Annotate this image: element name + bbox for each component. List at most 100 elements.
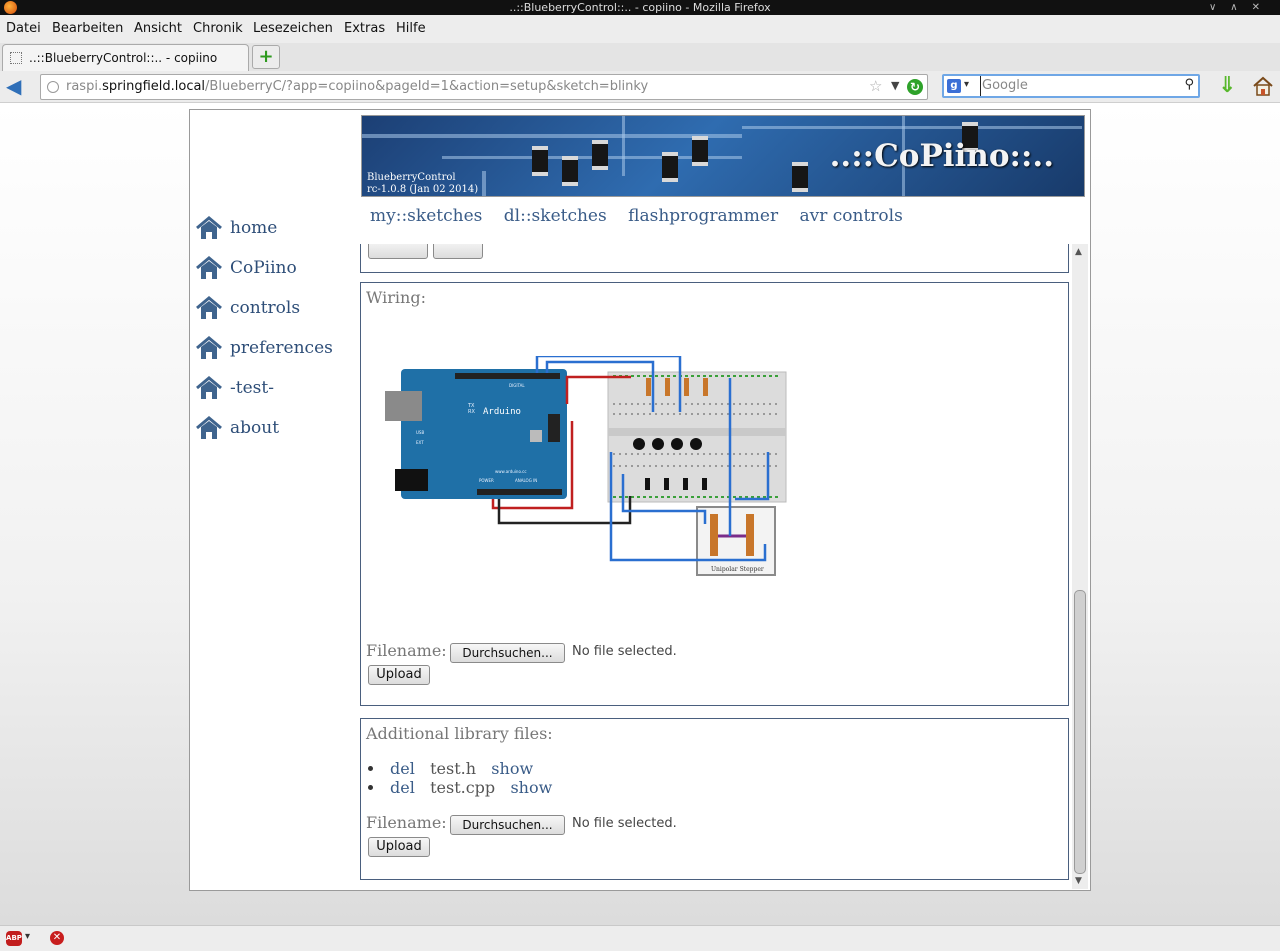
delete-file-link[interactable]: del [390, 778, 415, 797]
diode [702, 478, 707, 490]
nav-item-test[interactable]: -test- [196, 376, 346, 404]
url-prefix: raspi. [66, 79, 103, 94]
nav-label: preferences [230, 338, 333, 358]
menu-ansicht[interactable]: Ansicht [134, 21, 182, 36]
transistor [671, 438, 683, 450]
tab-bar: ..::BlueberryControl::.. - copiino + [0, 43, 1280, 72]
arduino-board-label: Arduino [483, 407, 521, 417]
previous-section-box [360, 244, 1069, 273]
history-dropdown-icon[interactable]: ▼ [891, 79, 899, 92]
transistor [690, 438, 702, 450]
adblock-icon[interactable]: ABP [6, 931, 22, 946]
scroll-up-icon[interactable]: ▲ [1075, 247, 1082, 257]
nav-item-about[interactable]: about [196, 416, 346, 444]
nav-item-copiino[interactable]: CoPiino [196, 256, 346, 284]
usb-label: USB [416, 430, 424, 435]
url-bar[interactable]: raspi.springfield.local/BlueberryC/?app=… [40, 74, 928, 100]
globe-icon [47, 81, 59, 93]
icsp-header [548, 414, 560, 442]
ext-label: EXT [416, 440, 424, 445]
breadboard [607, 371, 787, 503]
resistor [684, 378, 689, 396]
url-domain: springfield.local [102, 79, 206, 94]
filename-label: Filename: [366, 813, 447, 832]
header-banner: ..::CoPiino::.. BlueberryControl rc-1.0.… [361, 115, 1085, 197]
topnav-avr-controls[interactable]: avr controls [800, 206, 903, 226]
scroll-content: Wiring: Arduino DIGITAL TX RX USB EXT PO… [360, 244, 1082, 887]
hidden-button[interactable] [433, 244, 483, 259]
circuit-trace [742, 126, 1082, 129]
back-arrow-icon[interactable]: ◀ [6, 75, 28, 97]
browse-button[interactable]: Durchsuchen... [450, 643, 565, 663]
menu-chronik[interactable]: Chronik [193, 21, 243, 36]
navigation-toolbar: ◀ raspi.springfield.local/BlueberryC/?ap… [0, 71, 1280, 103]
google-engine-icon[interactable]: g [947, 79, 961, 93]
menu-bearbeiten[interactable]: Bearbeiten [52, 21, 123, 36]
status-bar: ABP ▾ ✕ [0, 925, 1280, 951]
search-input[interactable]: Google [980, 76, 1028, 96]
nav-item-controls[interactable]: controls [196, 296, 346, 324]
show-file-link[interactable]: show [491, 759, 533, 778]
upload-button[interactable]: Upload [368, 665, 430, 685]
nav-label: -test- [230, 378, 274, 398]
download-arrow-icon[interactable]: ⇓ [1218, 75, 1236, 97]
hidden-button[interactable] [368, 244, 428, 259]
nav-item-preferences[interactable]: preferences [196, 336, 346, 364]
resistor-chip [692, 136, 708, 166]
topnav-my-sketches[interactable]: my::sketches [370, 206, 482, 226]
browse-button[interactable]: Durchsuchen... [450, 815, 565, 835]
home-icon [196, 216, 222, 239]
error-icon[interactable]: ✕ [50, 931, 64, 945]
binoculars-icon[interactable]: ⚲ [1184, 77, 1194, 92]
content-scrollbar[interactable]: ▲ ▼ [1072, 244, 1088, 889]
url-path: /BlueberryC/?app=copiino&pageId=1&action… [205, 79, 649, 94]
no-file-text: No file selected. [572, 816, 677, 831]
analog-header [477, 489, 562, 495]
reload-icon[interactable]: ↻ [907, 79, 923, 95]
side-navigation: home CoPiino controls preferences -test-… [190, 110, 340, 890]
firefox-logo-icon [4, 1, 17, 14]
scroll-down-icon[interactable]: ▼ [1075, 876, 1082, 886]
stepper-coil [746, 514, 754, 556]
url-text[interactable]: raspi.springfield.local/BlueberryC/?app=… [66, 75, 648, 99]
nav-item-home[interactable]: home [196, 216, 346, 244]
home-icon[interactable] [1252, 75, 1274, 97]
home-icon [196, 256, 222, 279]
nav-label: about [230, 418, 280, 438]
window-controls[interactable]: ∨∧✕ [1209, 0, 1274, 15]
circuit-trace [622, 116, 625, 176]
page-icon [10, 52, 22, 64]
adblock-dropdown-icon[interactable]: ▾ [25, 931, 30, 942]
page-container: home CoPiino controls preferences -test-… [189, 109, 1091, 891]
library-files-label: Additional library files: [366, 724, 553, 743]
menu-hilfe[interactable]: Hilfe [396, 21, 426, 36]
library-file-item: del test.h show [368, 759, 533, 778]
bookmark-star-icon[interactable]: ☆ [869, 77, 882, 95]
tab-copiino[interactable]: ..::BlueberryControl::.. - copiino [2, 44, 249, 71]
diode [683, 478, 688, 490]
home-icon [196, 336, 222, 359]
search-box[interactable]: g ▾ Google ⚲ [942, 74, 1200, 98]
menu-lesezeichen[interactable]: Lesezeichen [253, 21, 333, 36]
delete-file-link[interactable]: del [390, 759, 415, 778]
circuit-trace [482, 171, 486, 196]
banner-version: rc-1.0.8 (Jan 02 2014) [367, 184, 479, 195]
breadboard-channel [608, 428, 786, 436]
show-file-link[interactable]: show [510, 778, 552, 797]
resistor-chip [662, 152, 678, 182]
stepper-label: Unipolar Stepper [711, 566, 764, 573]
upload-button[interactable]: Upload [368, 837, 430, 857]
file-name: test.cpp [430, 778, 496, 797]
topnav-flashprogrammer[interactable]: flashprogrammer [628, 206, 778, 226]
top-navigation: my::sketches dl::sketches flashprogramme… [370, 206, 919, 226]
engine-dropdown-icon[interactable]: ▾ [964, 79, 969, 90]
banner-app-name: BlueberryControl [367, 172, 456, 183]
scroll-thumb[interactable] [1074, 590, 1086, 874]
banner-title: ..::CoPiino::.. [829, 138, 1054, 174]
menu-datei[interactable]: Datei [6, 21, 41, 36]
topnav-dl-sketches[interactable]: dl::sketches [504, 206, 607, 226]
arduino-url: www.arduino.cc [495, 469, 527, 474]
new-tab-button[interactable]: + [252, 45, 280, 69]
menu-extras[interactable]: Extras [344, 21, 385, 36]
rx-label: RX [468, 409, 475, 415]
